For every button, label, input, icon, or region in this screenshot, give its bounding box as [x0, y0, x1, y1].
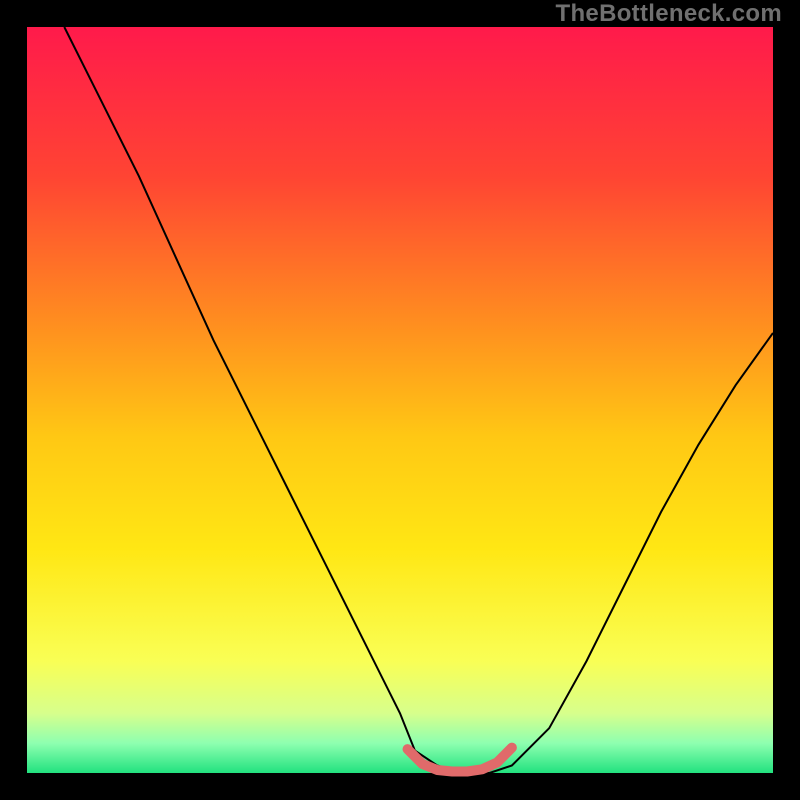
bottleneck-chart [0, 0, 800, 800]
chart-stage: TheBottleneck.com [0, 0, 800, 800]
watermark-text: TheBottleneck.com [556, 0, 782, 28]
plot-background [27, 27, 773, 773]
